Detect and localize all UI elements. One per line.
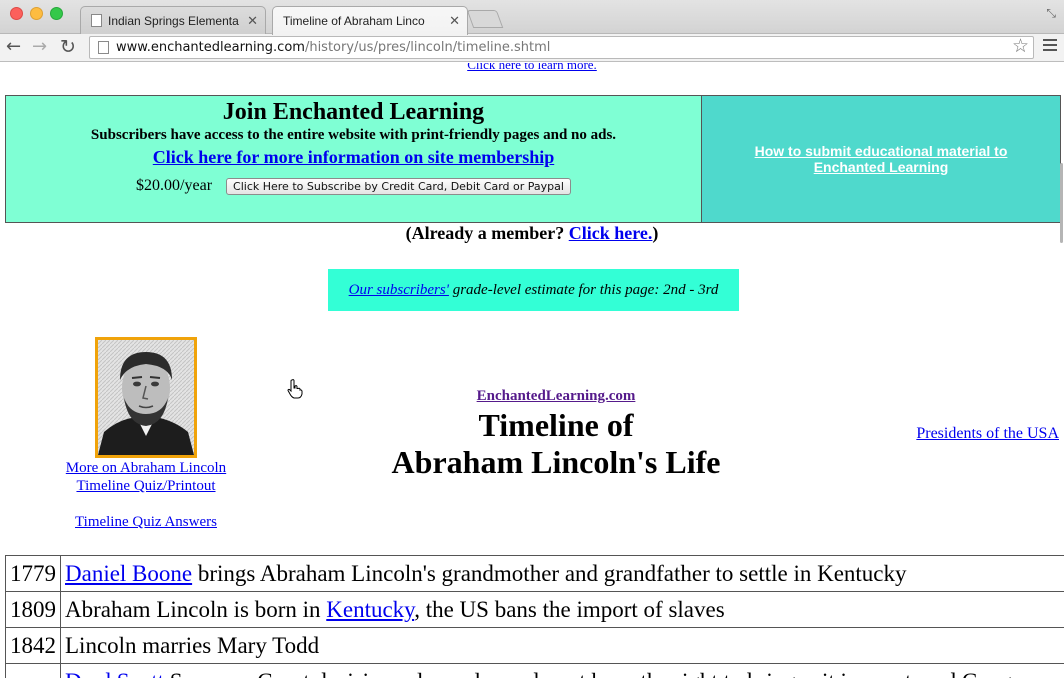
timeline-event: Daniel Boone brings Abraham Lincoln's gr…	[60, 555, 1064, 592]
quiz-answers-link[interactable]: Timeline Quiz Answers	[40, 513, 252, 531]
enchanted-learning-home-link[interactable]: EnchantedLearning.com	[477, 388, 636, 404]
already-member-line: (Already a member? Click here.)	[0, 223, 1064, 244]
timeline-event: Lincoln marries Mary Todd	[60, 627, 1064, 664]
url-host: www.enchantedlearning.com	[116, 40, 305, 55]
maximize-window-button[interactable]	[50, 7, 63, 20]
title-line-2: Abraham Lincoln's Life	[391, 444, 721, 480]
bookmark-star-icon[interactable]: ☆	[1012, 36, 1029, 57]
join-subtitle: Subscribers have access to the entire we…	[90, 127, 617, 143]
event-text: , the US bans the import of slaves	[414, 597, 725, 622]
join-panel: Join Enchanted Learning Subscribers have…	[6, 96, 702, 222]
browser-toolbar: ← → ↻ www.enchantedlearning.com/history/…	[0, 34, 1064, 62]
page-icon	[98, 41, 109, 54]
new-tab-button[interactable]	[466, 10, 504, 28]
back-arrow-icon[interactable]: ←	[6, 37, 21, 57]
daniel-boone-link[interactable]: Daniel Boone	[65, 561, 192, 586]
timeline-year: 1842	[5, 627, 61, 664]
title-line-1: Timeline of	[478, 407, 634, 443]
tab-indian-springs[interactable]: Indian Springs Elementary ✕	[80, 6, 266, 34]
hand-cursor-icon	[287, 379, 303, 399]
timeline-year: 1779	[5, 555, 61, 592]
grade-level-text: grade-level estimate for this page: 2nd …	[448, 281, 719, 298]
submit-material-panel: How to submit educational material to En…	[702, 96, 1060, 222]
forward-arrow-icon[interactable]: →	[32, 37, 47, 57]
table-row: 1779 Daniel Boone brings Abraham Lincoln…	[5, 555, 1064, 592]
learn-more-row: Click here to learn more.	[0, 63, 1064, 73]
hamburger-menu-icon[interactable]	[1043, 39, 1057, 54]
page-title: Timeline of Abraham Lincoln's Life	[340, 407, 772, 481]
address-bar[interactable]: www.enchantedlearning.com/history/us/pre…	[89, 36, 1034, 59]
timeline-table: 1779 Daniel Boone brings Abraham Lincoln…	[5, 555, 1064, 678]
scrollbar-thumb[interactable]	[1060, 163, 1063, 243]
timeline-event: Abraham Lincoln is born in Kentucky, the…	[60, 591, 1064, 628]
close-window-button[interactable]	[10, 7, 23, 20]
subscribers-link[interactable]: Our subscribers'	[349, 282, 449, 298]
learn-more-link[interactable]: Click here to learn more.	[467, 63, 597, 72]
subscribe-button[interactable]: Click Here to Subscribe by Credit Card, …	[226, 177, 571, 195]
url-path: /history/us/pres/lincoln/timeline.shtml	[304, 40, 551, 55]
left-links: More on Abraham Lincoln Timeline Quiz/Pr…	[40, 459, 252, 531]
member-suffix: )	[652, 223, 659, 243]
more-on-lincoln-link[interactable]: More on Abraham Lincoln	[40, 459, 252, 477]
table-row: Dred Scott Supreme Court decision rules.…	[5, 663, 1064, 678]
tab-title: Timeline of Abraham Linco	[283, 14, 425, 28]
price-row: $20.00/year Click Here to Subscribe by C…	[6, 177, 701, 195]
minimize-window-button[interactable]	[30, 7, 43, 20]
submit-material-link[interactable]: How to submit educational material to En…	[724, 143, 1038, 175]
kentucky-link[interactable]: Kentucky	[326, 597, 414, 622]
event-text: Lincoln marries Mary Todd	[65, 633, 320, 658]
lincoln-portrait-illustration	[98, 340, 194, 455]
member-prefix: (Already a member?	[405, 223, 569, 243]
close-icon[interactable]: ✕	[247, 13, 258, 29]
event-text: Supreme Court decision rules... slaves d…	[164, 669, 1064, 678]
table-row: 1809 Abraham Lincoln is born in Kentucky…	[5, 591, 1064, 628]
timeline-year: 1809	[5, 591, 61, 628]
browser-tab-strip: Indian Springs Elementary ✕ Timeline of …	[0, 0, 1064, 35]
page-icon	[91, 14, 102, 27]
event-text: Abraham Lincoln is born in	[65, 597, 327, 622]
price-label: $20.00/year	[136, 177, 213, 194]
fullscreen-icon[interactable]: ⤡	[1046, 6, 1056, 21]
lincoln-portrait-image[interactable]	[95, 337, 197, 458]
grade-level-box: Our subscribers' grade-level estimate fo…	[328, 269, 739, 311]
dred-scott-link[interactable]: Dred Scott	[65, 669, 164, 678]
page-scrollbar[interactable]	[1059, 63, 1064, 678]
table-row: 1842 Lincoln marries Mary Todd	[5, 627, 1064, 664]
member-login-link[interactable]: Click here.	[569, 223, 653, 243]
tab-title: Indian Springs Elementary	[108, 13, 239, 28]
timeline-quiz-link[interactable]: Timeline Quiz/Printout	[40, 477, 252, 495]
page-title-block: EnchantedLearning.com Timeline of Abraham…	[340, 387, 772, 481]
close-icon[interactable]: ✕	[449, 13, 460, 29]
event-text: brings Abraham Lincoln's grandmother and…	[192, 561, 907, 586]
join-title: Join Enchanted Learning	[222, 99, 485, 125]
join-banner: Join Enchanted Learning Subscribers have…	[5, 95, 1061, 223]
timeline-year	[5, 663, 61, 678]
timeline-event: Dred Scott Supreme Court decision rules.…	[60, 663, 1064, 678]
reload-icon[interactable]: ↻	[60, 37, 76, 57]
membership-info-link[interactable]: Click here for more information on site …	[153, 145, 554, 169]
tab-lincoln-timeline[interactable]: Timeline of Abraham Linco ✕	[272, 6, 468, 35]
web-page: Click here to learn more. Join Enchanted…	[0, 63, 1064, 678]
presidents-link[interactable]: Presidents of the USA	[916, 425, 1059, 443]
